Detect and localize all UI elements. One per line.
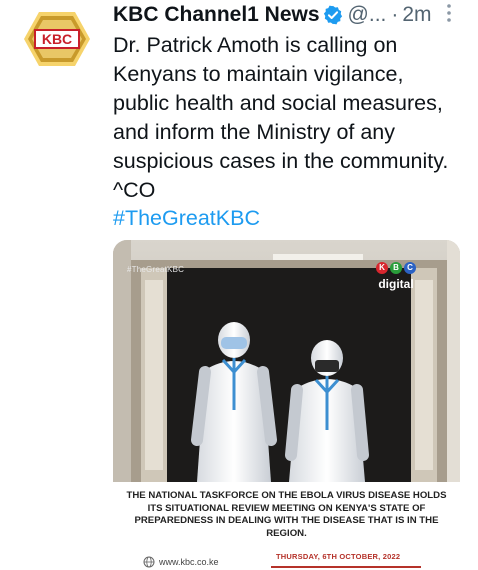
tweet-media[interactable]: #TheGreatKBC K B C digital The National … <box>113 240 460 570</box>
hashtag-link[interactable]: #TheGreatKBC <box>113 204 260 233</box>
website-label: www.kbc.co.ke <box>143 556 219 568</box>
tweet-text: Dr. Patrick Amoth is calling on Kenyans … <box>113 33 449 202</box>
logo-letter-c: C <box>404 262 416 274</box>
svg-text:KBC: KBC <box>42 31 72 47</box>
media-caption-area: The National Taskforce on the Ebola Viru… <box>113 482 460 570</box>
logo-letter-b: B <box>390 262 402 274</box>
separator-dot: · <box>391 3 399 26</box>
tweet-header: KBC Channel1 News @... · 2m <box>113 0 463 30</box>
media-date: THURSDAY, 6TH OCTOBER, 2022 <box>276 552 401 561</box>
display-name[interactable]: KBC Channel1 News <box>113 2 320 28</box>
avatar[interactable]: KBC <box>22 10 92 68</box>
media-caption: The National Taskforce on the Ebola Viru… <box>126 490 447 539</box>
kbc-logo-icon: KBC <box>24 12 90 66</box>
globe-icon <box>143 556 155 568</box>
more-vertical-icon[interactable] <box>444 2 454 24</box>
website-text: www.kbc.co.ke <box>159 557 219 567</box>
media-watermark-tag: #TheGreatKBC <box>127 265 185 274</box>
timestamp[interactable]: 2m <box>402 2 431 28</box>
date-underline <box>271 566 421 568</box>
verified-badge-icon <box>323 5 343 25</box>
logo-letter-k: K <box>376 262 388 274</box>
kbc-digital-logo: K B C digital <box>370 262 422 292</box>
logo-word: digital <box>378 277 414 291</box>
handle[interactable]: @... <box>348 2 387 28</box>
tweet[interactable]: KBC KBC Channel1 News @... · 2m Dr. Patr… <box>0 0 478 570</box>
